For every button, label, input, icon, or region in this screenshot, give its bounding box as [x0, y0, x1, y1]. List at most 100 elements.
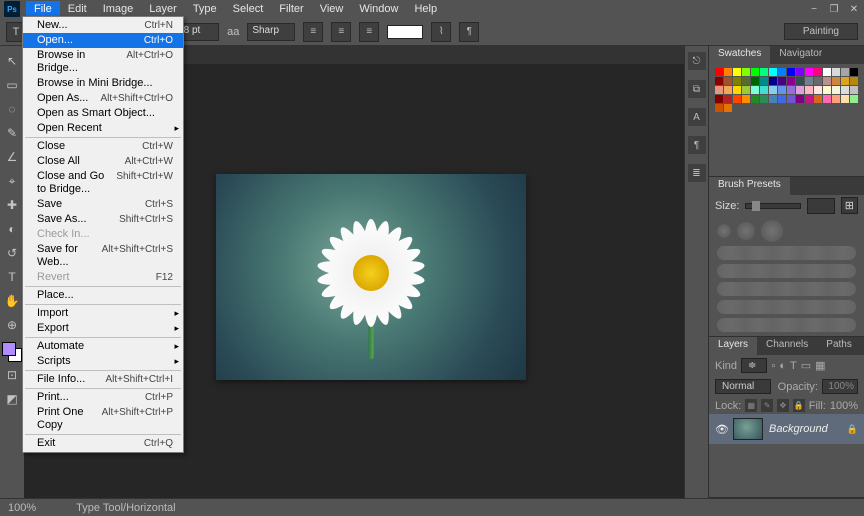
color-swatch[interactable]	[715, 77, 723, 85]
align-left-button[interactable]: ≡	[303, 22, 323, 42]
menu-item-close-all[interactable]: Close AllAlt+Ctrl+W	[23, 154, 183, 169]
menu-item-browse-in-mini-bridge[interactable]: Browse in Mini Bridge...	[23, 76, 183, 91]
color-swatch[interactable]	[724, 104, 732, 112]
menu-layer[interactable]: Layer	[141, 1, 185, 17]
color-swatch[interactable]	[778, 68, 786, 76]
lock-position-icon[interactable]: ✥	[777, 399, 789, 412]
color-swatch[interactable]	[850, 86, 858, 94]
color-swatch[interactable]	[814, 95, 822, 103]
tool-8[interactable]: ↺	[1, 242, 23, 264]
menu-item-open-as-smart-object[interactable]: Open as Smart Object...	[23, 106, 183, 121]
collapsed-panel-icon-2[interactable]: A	[688, 108, 706, 126]
menu-window[interactable]: Window	[351, 1, 406, 17]
color-swatch[interactable]	[769, 77, 777, 85]
color-swatch[interactable]	[832, 86, 840, 94]
brush-presets-list[interactable]	[709, 216, 864, 336]
brush-preset[interactable]	[717, 318, 856, 332]
color-swatch[interactable]	[778, 86, 786, 94]
color-swatch[interactable]	[778, 95, 786, 103]
menu-filter[interactable]: Filter	[271, 1, 311, 17]
color-swatch[interactable]	[751, 68, 759, 76]
color-swatch[interactable]	[796, 68, 804, 76]
color-swatch[interactable]	[733, 77, 741, 85]
menu-view[interactable]: View	[312, 1, 352, 17]
menu-image[interactable]: Image	[95, 1, 142, 17]
menu-item-open-as[interactable]: Open As...Alt+Shift+Ctrl+O	[23, 91, 183, 106]
opacity-value[interactable]: 100%	[822, 379, 858, 394]
blend-mode-select[interactable]: Normal	[715, 379, 771, 394]
lock-transparent-icon[interactable]: ▦	[745, 399, 757, 412]
color-swatch[interactable]	[733, 68, 741, 76]
color-swatch[interactable]	[796, 77, 804, 85]
menu-item-close[interactable]: CloseCtrl+W	[23, 139, 183, 154]
menu-item-save[interactable]: SaveCtrl+S	[23, 197, 183, 212]
color-swatch[interactable]	[787, 86, 795, 94]
menu-item-open-recent[interactable]: Open Recent	[23, 121, 183, 136]
tool-2[interactable]: ◌	[1, 98, 23, 120]
tab-swatches[interactable]: Swatches	[709, 46, 770, 64]
tool-0[interactable]: ↖	[1, 50, 23, 72]
menu-item-open[interactable]: Open...Ctrl+O	[23, 33, 183, 48]
color-swatch[interactable]	[832, 95, 840, 103]
collapsed-panel-icon-3[interactable]: ¶	[688, 136, 706, 154]
brush-preset[interactable]	[717, 246, 856, 260]
tool-7[interactable]: ◐	[1, 218, 23, 240]
layer-kind-select[interactable]: ≑	[741, 358, 767, 373]
color-swatch[interactable]	[787, 77, 795, 85]
tool-1[interactable]: ▭	[1, 74, 23, 96]
color-swatch[interactable]	[760, 68, 768, 76]
tool-4[interactable]: ∠	[1, 146, 23, 168]
brush-options-button[interactable]: ⊞	[841, 197, 858, 214]
color-swatch[interactable]	[724, 86, 732, 94]
tool-5[interactable]: ⌖	[1, 170, 23, 192]
menu-item-import[interactable]: Import	[23, 306, 183, 321]
color-swatch[interactable]	[724, 95, 732, 103]
color-swatch[interactable]	[823, 77, 831, 85]
tool-10[interactable]: ✋	[1, 290, 23, 312]
color-swatch[interactable]	[841, 86, 849, 94]
zoom-level[interactable]: 100%	[8, 502, 36, 514]
color-swatch[interactable]	[814, 77, 822, 85]
color-swatch[interactable]	[805, 77, 813, 85]
color-swatch[interactable]	[715, 95, 723, 103]
lock-all-icon[interactable]: 🔒	[793, 399, 805, 412]
color-swatch[interactable]	[760, 86, 768, 94]
menu-item-browse-in-bridge[interactable]: Browse in Bridge...Alt+Ctrl+O	[23, 48, 183, 76]
tab-layers[interactable]: Layers	[709, 337, 757, 355]
color-swatch[interactable]	[796, 86, 804, 94]
menu-edit[interactable]: Edit	[60, 1, 95, 17]
filter-smart-icon[interactable]: ▦	[815, 359, 825, 372]
tab-channels[interactable]: Channels	[757, 337, 817, 355]
foreground-background-colors[interactable]	[2, 342, 22, 362]
color-swatch[interactable]	[715, 68, 723, 76]
color-swatch[interactable]	[751, 86, 759, 94]
menu-item-place[interactable]: Place...	[23, 288, 183, 303]
visibility-icon[interactable]: 👁	[715, 423, 727, 436]
brush-preset[interactable]	[717, 264, 856, 278]
color-swatch[interactable]	[805, 95, 813, 103]
maximize-button[interactable]: ❐	[824, 4, 844, 15]
collapsed-panel-icon-4[interactable]: ≣	[688, 164, 706, 182]
menu-item-save-as[interactable]: Save As...Shift+Ctrl+S	[23, 212, 183, 227]
menu-item-close-and-go-to-bridge[interactable]: Close and Go to Bridge...Shift+Ctrl+W	[23, 169, 183, 197]
color-swatch[interactable]	[751, 77, 759, 85]
color-swatch[interactable]	[769, 86, 777, 94]
color-swatch[interactable]	[742, 68, 750, 76]
color-swatch[interactable]	[733, 95, 741, 103]
align-center-button[interactable]: ≡	[331, 22, 351, 42]
workspace-select[interactable]: Painting	[784, 23, 858, 40]
color-swatch[interactable]	[769, 68, 777, 76]
color-swatch[interactable]	[787, 68, 795, 76]
color-swatch[interactable]	[832, 68, 840, 76]
warp-text-button[interactable]: ⌇	[431, 22, 451, 42]
filter-shape-icon[interactable]: ▭	[801, 359, 811, 372]
color-swatch[interactable]	[742, 77, 750, 85]
color-swatch[interactable]	[715, 104, 723, 112]
color-swatch[interactable]	[778, 77, 786, 85]
menu-item-new[interactable]: New...Ctrl+N	[23, 18, 183, 33]
menu-type[interactable]: Type	[185, 1, 225, 17]
tab-navigator[interactable]: Navigator	[770, 46, 831, 64]
tab-brush-presets[interactable]: Brush Presets	[709, 177, 790, 195]
close-window-button[interactable]: ✕	[844, 4, 864, 15]
tool-6[interactable]: ✚	[1, 194, 23, 216]
